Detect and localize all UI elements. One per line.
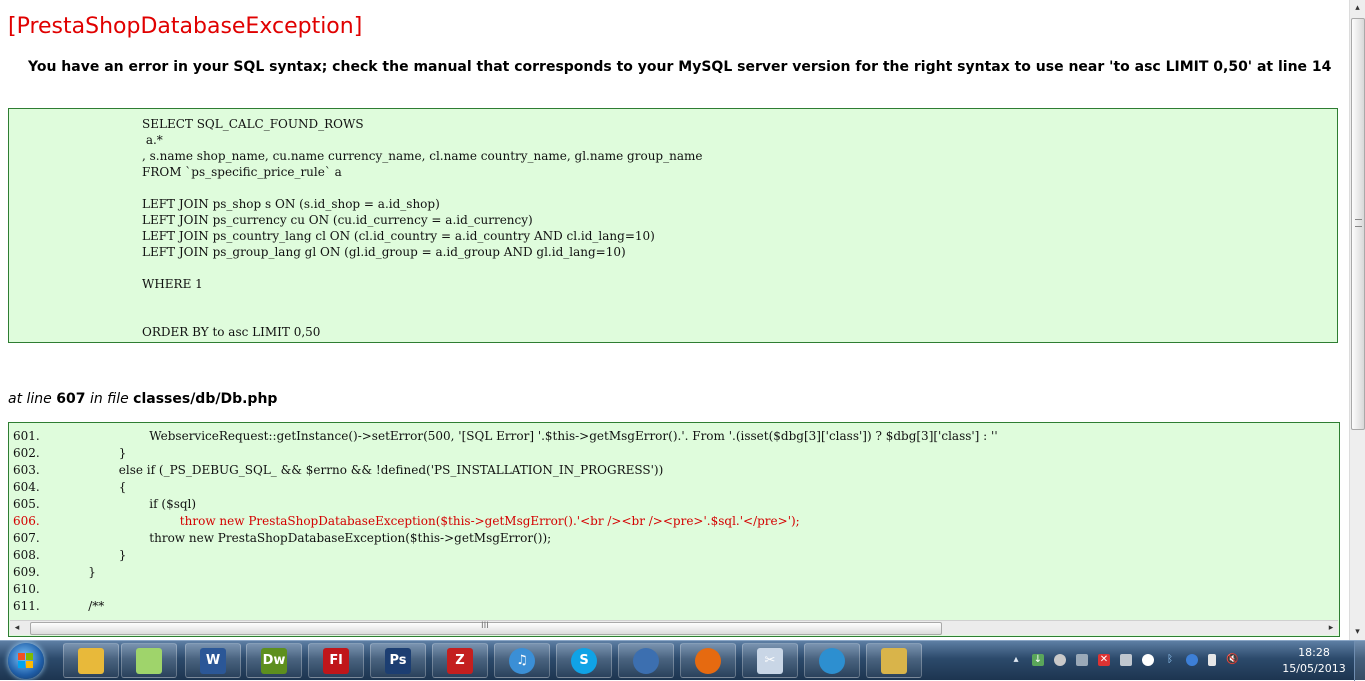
code-line: 603. else if (_PS_DEBUG_SQL_ && $errno &… — [13, 462, 663, 479]
code-line: 611. /** — [13, 598, 104, 615]
code-line-text: } — [73, 446, 127, 460]
code-line: 606. throw new PrestaShopDatabaseExcepti… — [13, 513, 800, 530]
taskbar-app-word[interactable]: W — [185, 643, 241, 678]
network-status-icon[interactable] — [1186, 654, 1198, 666]
taskbar-app-firefox[interactable] — [680, 643, 736, 678]
error-location: at line 607 in file classes/db/Db.php — [8, 391, 277, 407]
firefox-icon — [695, 648, 721, 674]
code-line-number: 611. — [13, 599, 40, 613]
at-line-prefix: at line — [8, 391, 52, 407]
windows-logo-icon — [18, 653, 34, 669]
code-line-text: { — [73, 480, 127, 494]
clock-date: 15/05/2013 — [1282, 662, 1346, 675]
filezilla-icon: Z — [447, 648, 473, 674]
code-line-text: if ($sql) — [73, 497, 197, 511]
scissors-icon: ✂ — [757, 648, 783, 674]
taskbar-app-network[interactable] — [804, 643, 860, 678]
code-line-text: } — [73, 565, 96, 579]
code-line: 601. WebserviceRequest::getInstance()->s… — [13, 428, 998, 445]
show-hidden-icons-icon[interactable]: ▴ — [1010, 654, 1022, 666]
scroll-up-icon[interactable]: ▴ — [1350, 0, 1365, 16]
vertical-scrollbar[interactable]: ▴ ▾ — [1349, 0, 1365, 640]
line-number: 607 — [56, 391, 86, 407]
scroll-left-icon[interactable]: ◂ — [10, 621, 24, 635]
horizontal-scroll-thumb[interactable]: III — [30, 621, 942, 635]
dreamweaver-icon: Dw — [261, 648, 287, 674]
start-button[interactable] — [8, 643, 44, 679]
sql-query-text: SELECT SQL_CALC_FOUND_ROWS a.* , s.name … — [142, 117, 703, 339]
code-line-number: 606. — [13, 514, 40, 528]
system-tray: ▴ ↓ ✕ ᛒ 🔇 — [1010, 641, 1270, 681]
code-line: 604. { — [13, 479, 126, 496]
code-line-text: /** — [73, 599, 105, 613]
error-message: You have an error in your SQL syntax; ch… — [28, 59, 1332, 75]
code-line-text: else if (_PS_DEBUG_SQL_ && $errno && !de… — [73, 463, 664, 477]
taskbar: W Dw Fl Ps Z ♫ S ✂ ▴ ↓ ✕ ᛒ 🔇 18:28 15/05/2013 — [0, 640, 1365, 681]
show-desktop-button[interactable] — [1354, 641, 1365, 681]
code-line: 608. } — [13, 547, 126, 564]
globe-icon — [819, 648, 845, 674]
code-line: 602. } — [13, 445, 126, 462]
taskbar-app-explorer[interactable] — [63, 643, 119, 678]
battery-icon[interactable] — [1208, 654, 1216, 666]
code-line-number: 602. — [13, 446, 40, 460]
folder-icon — [78, 648, 104, 674]
taskbar-app-snipping-tool[interactable]: ✂ — [742, 643, 798, 678]
taskbar-app-flash[interactable]: Fl — [308, 643, 364, 678]
word-icon: W — [200, 648, 226, 674]
bluetooth-icon[interactable]: ᛒ — [1164, 654, 1176, 666]
source-code-box[interactable]: 601. WebserviceRequest::getInstance()->s… — [8, 422, 1340, 637]
taskbar-app-dreamweaver[interactable]: Dw — [246, 643, 302, 678]
itunes-icon: ♫ — [509, 648, 535, 674]
cloud-icon[interactable] — [1142, 654, 1154, 666]
file-path: classes/db/Db.php — [133, 391, 278, 407]
taskbar-app-thunderbird[interactable] — [618, 643, 674, 678]
in-file-label: in file — [89, 391, 129, 407]
usb-icon[interactable] — [1120, 654, 1132, 666]
skype-icon: S — [571, 648, 597, 674]
code-line-number: 610. — [13, 582, 40, 596]
flash-icon: Fl — [323, 648, 349, 674]
code-line: 607. throw new PrestaShopDatabaseExcepti… — [13, 530, 551, 547]
code-line: 609. } — [13, 564, 96, 581]
taskbar-app-image-viewer[interactable] — [866, 643, 922, 678]
code-line-text: throw new PrestaShopDatabaseException($t… — [73, 514, 800, 528]
volume-muted-icon[interactable]: 🔇 — [1226, 654, 1238, 666]
scroll-down-icon[interactable]: ▾ — [1350, 624, 1365, 640]
code-line-number: 608. — [13, 548, 40, 562]
code-line: 605. if ($sql) — [13, 496, 196, 513]
scroll-right-icon[interactable]: ▸ — [1324, 621, 1338, 635]
taskbar-app-photoshop[interactable]: Ps — [370, 643, 426, 678]
taskbar-app-itunes[interactable]: ♫ — [494, 643, 550, 678]
picture-icon — [881, 648, 907, 674]
chat-icon[interactable] — [1054, 654, 1066, 666]
code-line-number: 607. — [13, 531, 40, 545]
taskbar-app-sticky-notes[interactable] — [121, 643, 177, 678]
code-line: 610. — [13, 581, 73, 598]
download-icon[interactable]: ↓ — [1032, 654, 1044, 666]
taskbar-app-filezilla[interactable]: Z — [432, 643, 488, 678]
notes-icon — [136, 648, 162, 674]
photoshop-icon: Ps — [385, 648, 411, 674]
code-line-number: 605. — [13, 497, 40, 511]
code-line-number: 601. — [13, 429, 40, 443]
monitor-icon[interactable] — [1076, 654, 1088, 666]
code-line-number: 604. — [13, 480, 40, 494]
clock-time: 18:28 — [1298, 646, 1330, 659]
taskbar-app-skype[interactable]: S — [556, 643, 612, 678]
vertical-scroll-thumb[interactable] — [1351, 18, 1365, 430]
thunderbird-icon — [633, 648, 659, 674]
exception-title: [PrestaShopDatabaseException] — [8, 14, 363, 39]
clock[interactable]: 18:28 15/05/2013 — [1280, 645, 1348, 677]
blocked-icon[interactable]: ✕ — [1098, 654, 1110, 666]
sql-query-box: SELECT SQL_CALC_FOUND_ROWS a.* , s.name … — [8, 108, 1338, 343]
code-line-text: } — [73, 548, 127, 562]
browser-viewport: [PrestaShopDatabaseException] You have a… — [0, 0, 1349, 640]
code-line-text: WebserviceRequest::getInstance()->setErr… — [73, 429, 998, 443]
code-line-text: throw new PrestaShopDatabaseException($t… — [73, 531, 552, 545]
code-line-number: 603. — [13, 463, 40, 477]
code-line-number: 609. — [13, 565, 40, 579]
horizontal-scrollbar[interactable]: ◂ III ▸ — [10, 620, 1338, 635]
